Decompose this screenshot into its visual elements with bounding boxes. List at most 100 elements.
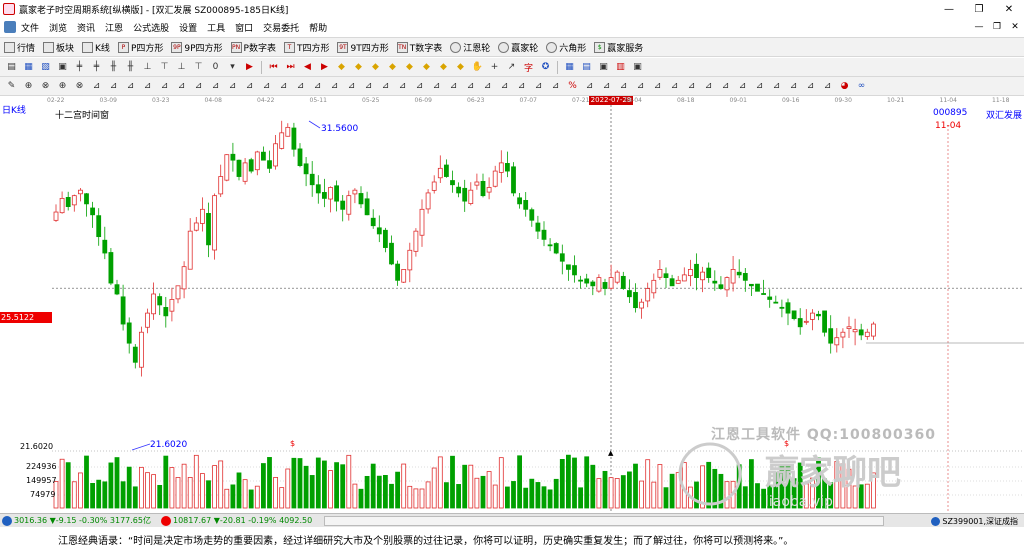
toolbar-p-number-button[interactable]: PN P数字表 xyxy=(227,41,280,54)
mdi-close-icon[interactable]: ✕ xyxy=(1006,18,1024,36)
angle31-icon[interactable]: ⊿ xyxy=(617,80,630,93)
cross-icon[interactable]: + xyxy=(488,61,501,74)
toolbar-t-square-button[interactable]: T T四方形 xyxy=(280,41,334,54)
toolbar-winner-wheel-button[interactable]: 赢家轮 xyxy=(494,41,542,54)
close-icon[interactable]: ✕ xyxy=(994,0,1024,18)
toolbar-hexagon-button[interactable]: 六角形 xyxy=(542,41,590,54)
cycle-icon[interactable]: ⊥ xyxy=(141,61,154,74)
angle-icon[interactable]: ⊿ xyxy=(90,80,103,93)
cycle-d-icon[interactable]: ⊗ xyxy=(73,80,86,93)
layout-icon[interactable]: ▣ xyxy=(56,61,69,74)
angle10-icon[interactable]: ⊿ xyxy=(243,80,256,93)
angle3-icon[interactable]: ⊿ xyxy=(124,80,137,93)
angle42-icon[interactable]: ⊿ xyxy=(804,80,817,93)
overlay-icon[interactable]: ▧ xyxy=(39,61,52,74)
mdi-minimize-icon[interactable]: — xyxy=(970,18,988,36)
angle22-icon[interactable]: ⊿ xyxy=(447,80,460,93)
fan-line4-icon[interactable]: ╫ xyxy=(124,61,137,74)
angle5-icon[interactable]: ⊿ xyxy=(158,80,171,93)
toolbar-service-button[interactable]: $ 赢家服务 xyxy=(590,41,647,54)
cycle4-icon[interactable]: ⊤ xyxy=(192,61,205,74)
diamond4-icon[interactable]: ◆ xyxy=(386,61,399,74)
menu-file[interactable]: 文件 xyxy=(16,21,44,34)
cycle-c-icon[interactable]: ⊕ xyxy=(56,80,69,93)
angle43-icon[interactable]: ⊿ xyxy=(821,80,834,93)
angle20-icon[interactable]: ⊿ xyxy=(413,80,426,93)
angle29-icon[interactable]: ⊿ xyxy=(583,80,596,93)
first-icon[interactable]: ⏮ xyxy=(267,61,280,74)
cycle2-icon[interactable]: ⊤ xyxy=(158,61,171,74)
menu-news[interactable]: 资讯 xyxy=(72,21,100,34)
cycle-b-icon[interactable]: ⊗ xyxy=(39,80,52,93)
angle40-icon[interactable]: ⊿ xyxy=(770,80,783,93)
table-icon[interactable]: ▤ xyxy=(580,61,593,74)
angle16-icon[interactable]: ⊿ xyxy=(345,80,358,93)
fan-line-icon[interactable]: ╪ xyxy=(73,61,86,74)
angle11-icon[interactable]: ⊿ xyxy=(260,80,273,93)
menu-gann[interactable]: 江恩 xyxy=(100,21,128,34)
fan-line2-icon[interactable]: ╪ xyxy=(90,61,103,74)
angle12-icon[interactable]: ⊿ xyxy=(277,80,290,93)
angle24-icon[interactable]: ⊿ xyxy=(481,80,494,93)
angle35-icon[interactable]: ⊿ xyxy=(685,80,698,93)
fan-line3-icon[interactable]: ╫ xyxy=(107,61,120,74)
next-icon[interactable]: ▶ xyxy=(318,61,331,74)
angle37-icon[interactable]: ⊿ xyxy=(719,80,732,93)
toolbar-quotes-button[interactable]: 行情 xyxy=(0,41,39,54)
period-value[interactable]: 0 xyxy=(209,61,222,74)
restore-icon[interactable]: ❐ xyxy=(964,0,994,18)
sz-index-segment[interactable]: 10817.67 ▼-20.81 -0.19% 4092.50 xyxy=(159,515,312,526)
diamond5-icon[interactable]: ◆ xyxy=(403,61,416,74)
toolbar-t-number-button[interactable]: TN T数字表 xyxy=(393,41,447,54)
cycle3-icon[interactable]: ⊥ xyxy=(175,61,188,74)
arrow-icon[interactable]: ↗ xyxy=(505,61,518,74)
sh-index-segment[interactable]: 3016.36 ▼-9.15 -0.30% 3177.65亿 xyxy=(0,515,151,526)
angle7-icon[interactable]: ⊿ xyxy=(192,80,205,93)
menu-formula[interactable]: 公式选股 xyxy=(128,21,174,34)
menu-window[interactable]: 窗口 xyxy=(230,21,258,34)
angle27-icon[interactable]: ⊿ xyxy=(532,80,545,93)
angle32-icon[interactable]: ⊿ xyxy=(634,80,647,93)
flag-icon[interactable]: ▶ xyxy=(243,61,256,74)
infinity-icon[interactable]: ∞ xyxy=(855,80,868,93)
toolbar-gann-wheel-button[interactable]: 江恩轮 xyxy=(446,41,494,54)
minimize-icon[interactable]: — xyxy=(934,0,964,18)
diamond-icon[interactable]: ◆ xyxy=(335,61,348,74)
angle38-icon[interactable]: ⊿ xyxy=(736,80,749,93)
cycle-a-icon[interactable]: ⊕ xyxy=(22,80,35,93)
angle26-icon[interactable]: ⊿ xyxy=(515,80,528,93)
angle34-icon[interactable]: ⊿ xyxy=(668,80,681,93)
angle17-icon[interactable]: ⊿ xyxy=(362,80,375,93)
wheel-icon[interactable]: ✪ xyxy=(539,61,552,74)
mdi-restore-icon[interactable]: ❐ xyxy=(988,18,1006,36)
diamond6-icon[interactable]: ◆ xyxy=(420,61,433,74)
angle23-icon[interactable]: ⊿ xyxy=(464,80,477,93)
angle8-icon[interactable]: ⊿ xyxy=(209,80,222,93)
chart-type-icon[interactable]: ▦ xyxy=(22,61,35,74)
pen-icon[interactable]: ✎ xyxy=(5,80,18,93)
kline-chart[interactable]: $ $ ▲ 日K线 十二宫时间窗 000895 双汇发展 11-04 31.5600… xyxy=(0,105,1024,513)
toolbar-blocks-button[interactable]: 板块 xyxy=(39,41,78,54)
toolbar-p-square-button[interactable]: P P四方形 xyxy=(114,41,167,54)
calendar-icon[interactable]: ▦ xyxy=(563,61,576,74)
angle15-icon[interactable]: ⊿ xyxy=(328,80,341,93)
diamond2-icon[interactable]: ◆ xyxy=(352,61,365,74)
last-icon[interactable]: ⏭ xyxy=(284,61,297,74)
prev-icon[interactable]: ◀ xyxy=(301,61,314,74)
percent-icon[interactable]: % xyxy=(566,80,579,93)
diamond8-icon[interactable]: ◆ xyxy=(454,61,467,74)
angle30-icon[interactable]: ⊿ xyxy=(600,80,613,93)
diamond7-icon[interactable]: ◆ xyxy=(437,61,450,74)
menu-help[interactable]: 帮助 xyxy=(304,21,332,34)
status-scrollbar[interactable] xyxy=(324,515,885,526)
toolbar-9p-square-button[interactable]: 9P 9P四方形 xyxy=(167,41,226,54)
menu-tools[interactable]: 工具 xyxy=(202,21,230,34)
angle13-icon[interactable]: ⊿ xyxy=(294,80,307,93)
angle14-icon[interactable]: ⊿ xyxy=(311,80,324,93)
angle18-icon[interactable]: ⊿ xyxy=(379,80,392,93)
toolbar-9t-square-button[interactable]: 9T 9T四方形 xyxy=(333,41,392,54)
angle39-icon[interactable]: ⊿ xyxy=(753,80,766,93)
angle33-icon[interactable]: ⊿ xyxy=(651,80,664,93)
angle4-icon[interactable]: ⊿ xyxy=(141,80,154,93)
angle6-icon[interactable]: ⊿ xyxy=(175,80,188,93)
